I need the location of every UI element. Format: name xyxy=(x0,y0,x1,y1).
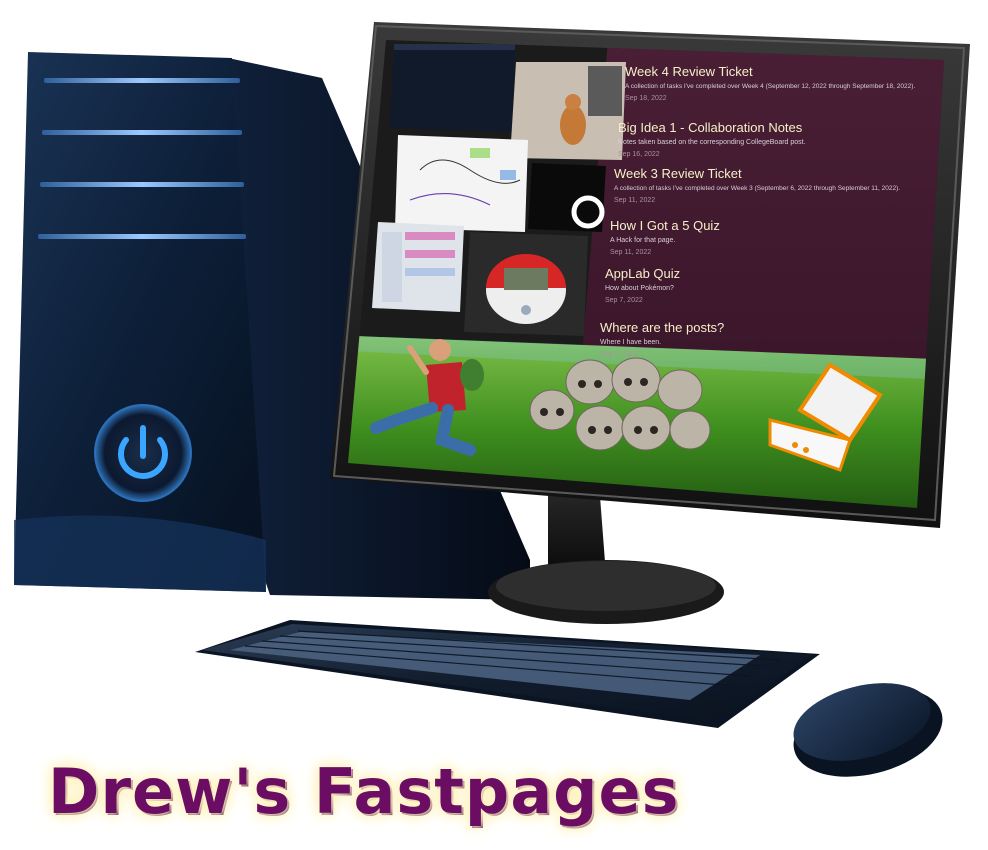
site-title-banner: Drew's Fastpages xyxy=(48,755,680,828)
post-date: Sep 18, 2022 xyxy=(625,95,667,102)
post-title[interactable]: Week 3 Review Ticket xyxy=(614,166,900,181)
post-title[interactable]: Week 4 Review Ticket xyxy=(625,64,915,79)
post-description: Notes taken based on the corresponding C… xyxy=(618,139,806,146)
post-description: A collection of tasks I've completed ove… xyxy=(614,185,901,192)
post-item[interactable]: Where are the posts? Where I have been. … xyxy=(600,320,724,360)
post-description: A collection of tasks I've completed ove… xyxy=(625,83,916,90)
post-date: Sep 11, 2022 xyxy=(614,197,656,204)
post-title[interactable]: Where are the posts? xyxy=(600,320,724,335)
post-description: Where I have been. xyxy=(600,339,662,346)
post-date: Sep 7, 2022 xyxy=(605,297,643,304)
post-item[interactable]: Big Idea 1 - Collaboration Notes Notes t… xyxy=(618,120,806,160)
post-item[interactable]: How I Got a 5 Quiz A Hack for that page.… xyxy=(610,218,720,258)
post-title[interactable]: How I Got a 5 Quiz xyxy=(610,218,720,233)
post-item[interactable]: Week 4 Review Ticket A collection of tas… xyxy=(625,64,915,104)
post-description: A Hack for that page. xyxy=(610,237,676,244)
post-date: Sep 16, 2022 xyxy=(618,151,660,158)
post-title[interactable]: Big Idea 1 - Collaboration Notes xyxy=(618,120,806,135)
fastpages-post-list: Week 4 Review Ticket A collection of tas… xyxy=(0,0,988,850)
desktop-computer-illustration: Week 4 Review Ticket A collection of tas… xyxy=(0,0,988,850)
post-item[interactable]: Week 3 Review Ticket A collection of tas… xyxy=(614,166,900,206)
post-item[interactable]: AppLab Quiz How about Pokémon? Sep 7, 20… xyxy=(605,266,680,306)
post-date: Sep 11, 2022 xyxy=(610,249,652,256)
post-description: How about Pokémon? xyxy=(605,285,674,292)
post-date: Sep 2, 2022 xyxy=(600,351,638,358)
post-title[interactable]: AppLab Quiz xyxy=(605,266,680,281)
